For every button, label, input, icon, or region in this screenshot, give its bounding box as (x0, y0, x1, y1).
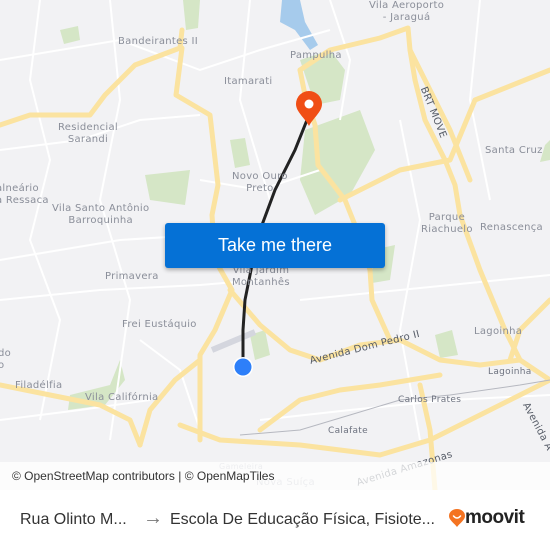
map-label: Vila Aeroporto - Jaraguá (369, 0, 445, 23)
destination-name: Escola De Educação Física, Fisiote... (170, 511, 435, 528)
park (230, 138, 250, 168)
map-label: Renascença (480, 222, 543, 233)
park (145, 170, 190, 205)
footer: Rua Olinto M... → Escola De Educação Fís… (0, 490, 550, 550)
park (60, 26, 80, 44)
map-label: alneário a Ressaca (0, 183, 49, 206)
map-attribution: © OpenStreetMap contributors | © OpenMap… (0, 462, 550, 490)
origin-name: Rua Olinto M... (20, 511, 127, 528)
map-label: Bandeirantes II (118, 36, 199, 47)
map-label: Lagoinha (488, 367, 532, 377)
map-label: Frei Eustáquio (122, 319, 197, 330)
destination-pin-icon[interactable] (296, 91, 322, 126)
map-label: Carlos Prates (398, 395, 462, 405)
map-label: Residencial Sarandi (58, 122, 118, 145)
moovit-logo[interactable]: moovit (449, 507, 525, 529)
map-label: Vila Califórnia (85, 392, 159, 403)
map[interactable]: Bandeirantes II Vila Aeroporto - Jaraguá… (0, 0, 550, 490)
map-label: Vila Santo Antônio Barroquinha (52, 203, 150, 226)
map-label: Primavera (105, 271, 159, 282)
map-label: do o (0, 348, 12, 371)
map-label: Parque Riachuelo (421, 212, 473, 235)
park (435, 330, 458, 358)
map-label: Calafate (328, 426, 368, 436)
map-label: Vila Jardim Montanhês (232, 265, 290, 288)
moovit-logo-text: moovit (465, 507, 525, 528)
map-label: Itamarati (224, 76, 273, 87)
park (300, 110, 375, 215)
map-label: Pampulha (290, 50, 342, 61)
map-label: Lagoinha (474, 326, 523, 337)
attribution-text[interactable]: © OpenStreetMap contributors | © OpenMap… (12, 469, 274, 483)
arrow-right-icon: → (143, 507, 163, 529)
moovit-pin-icon (449, 509, 465, 527)
map-label: Novo Ouro Preto (232, 171, 288, 194)
park (183, 0, 200, 30)
origin-dot-icon (233, 357, 253, 377)
map-label: Filadélfia (15, 380, 63, 391)
map-label: Santa Cruz (485, 145, 543, 156)
take-me-there-button[interactable]: Take me there (165, 223, 385, 268)
runway (210, 329, 257, 353)
